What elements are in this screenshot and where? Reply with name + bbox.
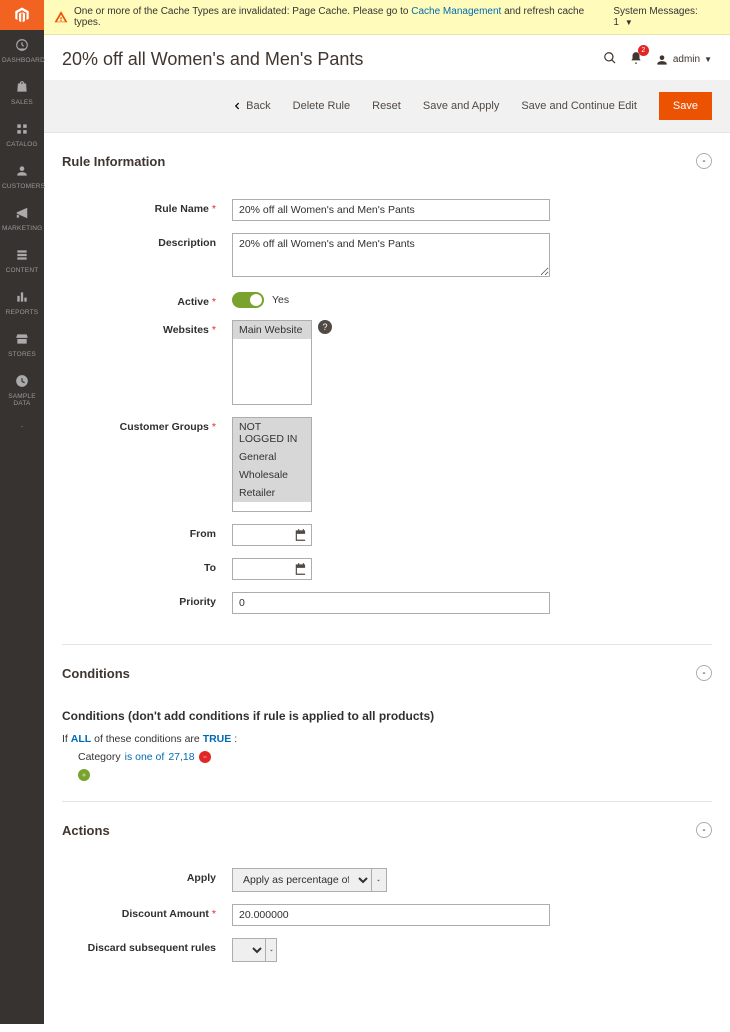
magento-logo[interactable]: [0, 0, 44, 30]
rule-name-input[interactable]: [232, 199, 550, 221]
save-button[interactable]: Save: [659, 92, 712, 120]
notifications-icon[interactable]: 2: [629, 51, 643, 68]
discard-rules-select[interactable]: Yes: [232, 938, 265, 962]
back-button[interactable]: Back: [232, 100, 270, 112]
priority-label: Priority: [62, 592, 232, 614]
page-title: 20% off all Women's and Men's Pants: [62, 49, 363, 70]
section-header-actions[interactable]: Actions: [62, 802, 712, 850]
user-menu[interactable]: admin▼: [655, 53, 712, 67]
nav-stores[interactable]: STORES: [0, 324, 44, 366]
group-option[interactable]: General: [233, 448, 311, 466]
reset-button[interactable]: Reset: [372, 100, 401, 112]
group-option[interactable]: Wholesale: [233, 466, 311, 484]
save-and-apply-button[interactable]: Save and Apply: [423, 100, 499, 112]
customer-groups-multiselect[interactable]: NOT LOGGED IN General Wholesale Retailer: [232, 417, 312, 512]
websites-multiselect[interactable]: Main Website: [232, 320, 312, 405]
system-message-text: One or more of the Cache Types are inval…: [74, 6, 613, 28]
nav-dashboard[interactable]: DASHBOARD: [0, 30, 44, 72]
group-option[interactable]: Retailer: [233, 484, 311, 502]
chevron-down-icon: ▼: [625, 18, 633, 27]
customer-groups-label: Customer Groups*: [62, 417, 232, 512]
nav-sample-data[interactable]: SAMPLE DATA: [0, 366, 44, 415]
condition-operator-link[interactable]: is one of: [125, 751, 165, 763]
nav-marketing[interactable]: MARKETING: [0, 198, 44, 240]
description-textarea[interactable]: 20% off all Women's and Men's Pants: [232, 233, 550, 277]
collapse-icon: [696, 665, 712, 681]
nav-sales[interactable]: SALES: [0, 72, 44, 114]
main-content: One or more of the Cache Types are inval…: [44, 0, 730, 1032]
group-option[interactable]: NOT LOGGED IN: [233, 418, 311, 448]
to-label: To: [62, 558, 232, 580]
nav-collapse[interactable]: -: [0, 415, 44, 438]
chevron-down-icon[interactable]: [265, 938, 277, 962]
calendar-icon[interactable]: [294, 562, 308, 576]
system-messages-toggle[interactable]: System Messages: 1▼: [613, 6, 720, 28]
apply-label: Apply: [62, 868, 232, 892]
nav-reports[interactable]: REPORTS: [0, 282, 44, 324]
website-option[interactable]: Main Website: [233, 321, 311, 339]
conditions-tree: If ALL of these conditions are TRUE : Ca…: [62, 733, 712, 801]
rule-name-label: Rule Name*: [62, 199, 232, 221]
websites-label: Websites*: [62, 320, 232, 405]
aggregator-all-link[interactable]: ALL: [71, 733, 91, 745]
system-message-bar: One or more of the Cache Types are inval…: [44, 0, 730, 35]
page-header: 20% off all Women's and Men's Pants 2 ad…: [44, 35, 730, 80]
delete-rule-button[interactable]: Delete Rule: [293, 100, 350, 112]
discount-amount-input[interactable]: [232, 904, 550, 926]
active-label: Active*: [62, 292, 232, 308]
priority-input[interactable]: [232, 592, 550, 614]
notification-badge: 2: [638, 45, 649, 56]
nav-catalog[interactable]: CATALOG: [0, 114, 44, 156]
conditions-intro: Conditions (don't add conditions if rule…: [62, 709, 712, 723]
discard-rules-label: Discard subsequent rules: [62, 938, 232, 962]
condition-value-link[interactable]: 27,18: [168, 751, 194, 763]
calendar-icon[interactable]: [294, 528, 308, 542]
aggregator-true-link[interactable]: TRUE: [203, 733, 232, 745]
action-bar: Back Delete Rule Reset Save and Apply Sa…: [44, 80, 730, 133]
section-conditions: Conditions Conditions (don't add conditi…: [62, 645, 712, 802]
nav-content[interactable]: CONTENT: [0, 240, 44, 282]
apply-select[interactable]: Apply as percentage of original: [232, 868, 371, 892]
chevron-down-icon[interactable]: [371, 868, 387, 892]
section-actions: Actions Apply Apply as percentage of ori…: [62, 802, 712, 992]
add-condition-icon[interactable]: [78, 769, 90, 781]
sidebar: DASHBOARD SALES CATALOG CUSTOMERS MARKET…: [0, 0, 44, 1024]
search-icon[interactable]: [603, 51, 617, 68]
remove-condition-icon[interactable]: [199, 751, 211, 763]
description-label: Description: [62, 233, 232, 280]
section-header-rule-information[interactable]: Rule Information: [62, 133, 712, 181]
condition-aggregator: If ALL of these conditions are TRUE :: [62, 733, 712, 745]
section-rule-information: Rule Information Rule Name* Description …: [62, 133, 712, 645]
cache-management-link[interactable]: Cache Management: [411, 6, 501, 17]
active-toggle[interactable]: [232, 292, 264, 308]
section-header-conditions[interactable]: Conditions: [62, 645, 712, 693]
chevron-down-icon: ▼: [704, 55, 712, 64]
save-and-continue-button[interactable]: Save and Continue Edit: [521, 100, 637, 112]
discount-amount-label: Discount Amount*: [62, 904, 232, 926]
collapse-icon: [696, 822, 712, 838]
nav-customers[interactable]: CUSTOMERS: [0, 156, 44, 198]
condition-row: Category is one of 27,18: [62, 751, 712, 763]
help-icon[interactable]: ?: [318, 320, 332, 334]
warning-icon: [54, 10, 68, 24]
from-label: From: [62, 524, 232, 546]
collapse-icon: [696, 153, 712, 169]
